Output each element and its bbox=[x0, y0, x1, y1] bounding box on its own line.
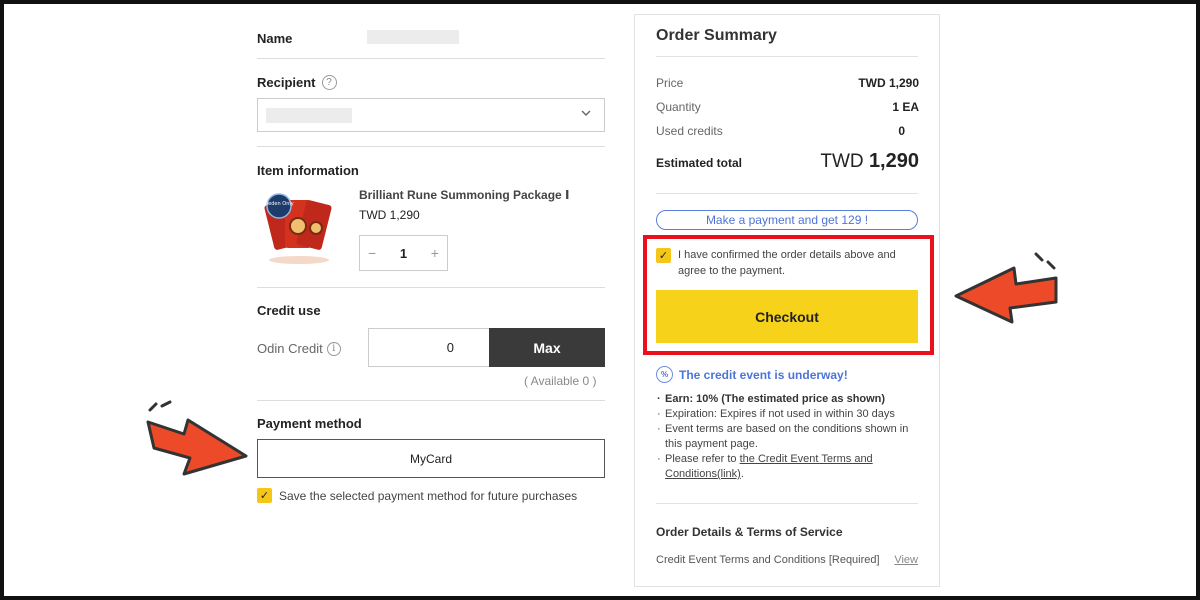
divider bbox=[257, 146, 605, 147]
summary-row-quantity: Quantity 1 EA bbox=[656, 100, 919, 114]
name-row: Name bbox=[257, 30, 605, 58]
name-value-redacted bbox=[367, 30, 459, 44]
payment-method-option-mycard[interactable]: MyCard bbox=[257, 439, 605, 478]
list-item: Event terms are based on the conditions … bbox=[656, 422, 918, 452]
odin-credit-label-row: Odin Credit i bbox=[257, 341, 341, 356]
payment-reward-pill: Make a payment and get 129 ! bbox=[656, 210, 918, 230]
payment-method-label: Payment method bbox=[257, 416, 362, 431]
price-label: Price bbox=[656, 76, 684, 90]
used-credits-value: 0 bbox=[898, 124, 905, 138]
percent-badge-icon: % bbox=[656, 366, 673, 383]
credit-event-details: Earn: 10% (The estimated price as shown)… bbox=[656, 392, 918, 482]
recipient-select[interactable] bbox=[257, 98, 605, 132]
item-badge: Oeden Only bbox=[264, 201, 294, 207]
estimated-total-label: Estimated total bbox=[656, 156, 743, 170]
recipient-label-row: Recipient ? bbox=[257, 75, 337, 90]
item-thumbnail: Oeden Only bbox=[261, 188, 341, 266]
credit-amount-input[interactable]: 0 bbox=[368, 328, 490, 367]
summary-row-used-credits: Used credits 0 bbox=[656, 124, 919, 138]
max-credit-button[interactable]: Max bbox=[489, 328, 605, 367]
refer-suffix: . bbox=[740, 468, 744, 480]
used-credits-label: Used credits bbox=[656, 124, 723, 138]
available-credit-text: ( Available 0 ) bbox=[524, 374, 597, 388]
info-icon[interactable]: i bbox=[326, 341, 341, 356]
highlight-box bbox=[643, 235, 934, 355]
estimated-total-value: TWD 1,290 bbox=[820, 150, 919, 173]
item-info-label: Item information bbox=[257, 163, 359, 178]
price-value: TWD 1,290 bbox=[858, 76, 919, 90]
decrement-button[interactable]: − bbox=[368, 245, 376, 261]
quantity-stepper: − 1 + bbox=[359, 235, 448, 271]
quantity-label: Quantity bbox=[656, 100, 701, 114]
order-summary-title: Order Summary bbox=[656, 27, 777, 44]
item-name: Brilliant Rune Summoning Package Ⅰ bbox=[359, 188, 570, 202]
estimated-currency: TWD bbox=[820, 151, 869, 172]
quantity-value[interactable]: 1 bbox=[400, 246, 407, 261]
refer-prefix: Please refer to bbox=[665, 453, 740, 465]
chevron-down-icon bbox=[580, 107, 592, 122]
terms-row: Credit Event Terms and Conditions [Requi… bbox=[656, 554, 918, 566]
list-item: Please refer to the Credit Event Terms a… bbox=[656, 452, 918, 482]
summary-row-price: Price TWD 1,290 bbox=[656, 76, 919, 90]
increment-button[interactable]: + bbox=[431, 245, 439, 261]
divider bbox=[257, 400, 605, 401]
annotation-arrow-icon bbox=[954, 252, 1058, 324]
help-icon[interactable]: ? bbox=[321, 75, 337, 90]
save-method-row[interactable]: ✓ Save the selected payment method for f… bbox=[257, 488, 577, 503]
view-terms-link[interactable]: View bbox=[894, 554, 918, 566]
terms-label: Credit Event Terms and Conditions [Requi… bbox=[656, 554, 880, 566]
item-price: TWD 1,290 bbox=[359, 208, 420, 222]
divider bbox=[656, 56, 918, 57]
name-label: Name bbox=[257, 31, 293, 46]
divider bbox=[656, 503, 918, 504]
credit-use-label: Credit use bbox=[257, 303, 321, 318]
estimated-amount: 1,290 bbox=[868, 150, 919, 172]
list-item: Expiration: Expires if not used in withi… bbox=[656, 407, 918, 422]
save-method-label: Save the selected payment method for fut… bbox=[279, 488, 578, 503]
annotation-arrow-icon bbox=[146, 400, 248, 476]
estimated-total-row: Estimated total TWD 1,290 bbox=[656, 150, 919, 173]
quantity-summary-value: 1 EA bbox=[892, 100, 919, 114]
list-item: Earn: 10% (The estimated price as shown) bbox=[656, 392, 918, 407]
credit-event-title: The credit event is underway! bbox=[679, 367, 848, 382]
save-method-checkbox[interactable]: ✓ bbox=[257, 488, 272, 503]
odin-credit-label: Odin Credit bbox=[257, 341, 323, 356]
order-details-title: Order Details & Terms of Service bbox=[656, 525, 843, 539]
credit-event-title-row: % The credit event is underway! bbox=[656, 366, 848, 383]
divider bbox=[257, 58, 605, 59]
divider bbox=[656, 193, 918, 194]
recipient-value-redacted bbox=[266, 108, 352, 123]
recipient-label: Recipient bbox=[257, 75, 316, 90]
divider bbox=[257, 287, 605, 288]
